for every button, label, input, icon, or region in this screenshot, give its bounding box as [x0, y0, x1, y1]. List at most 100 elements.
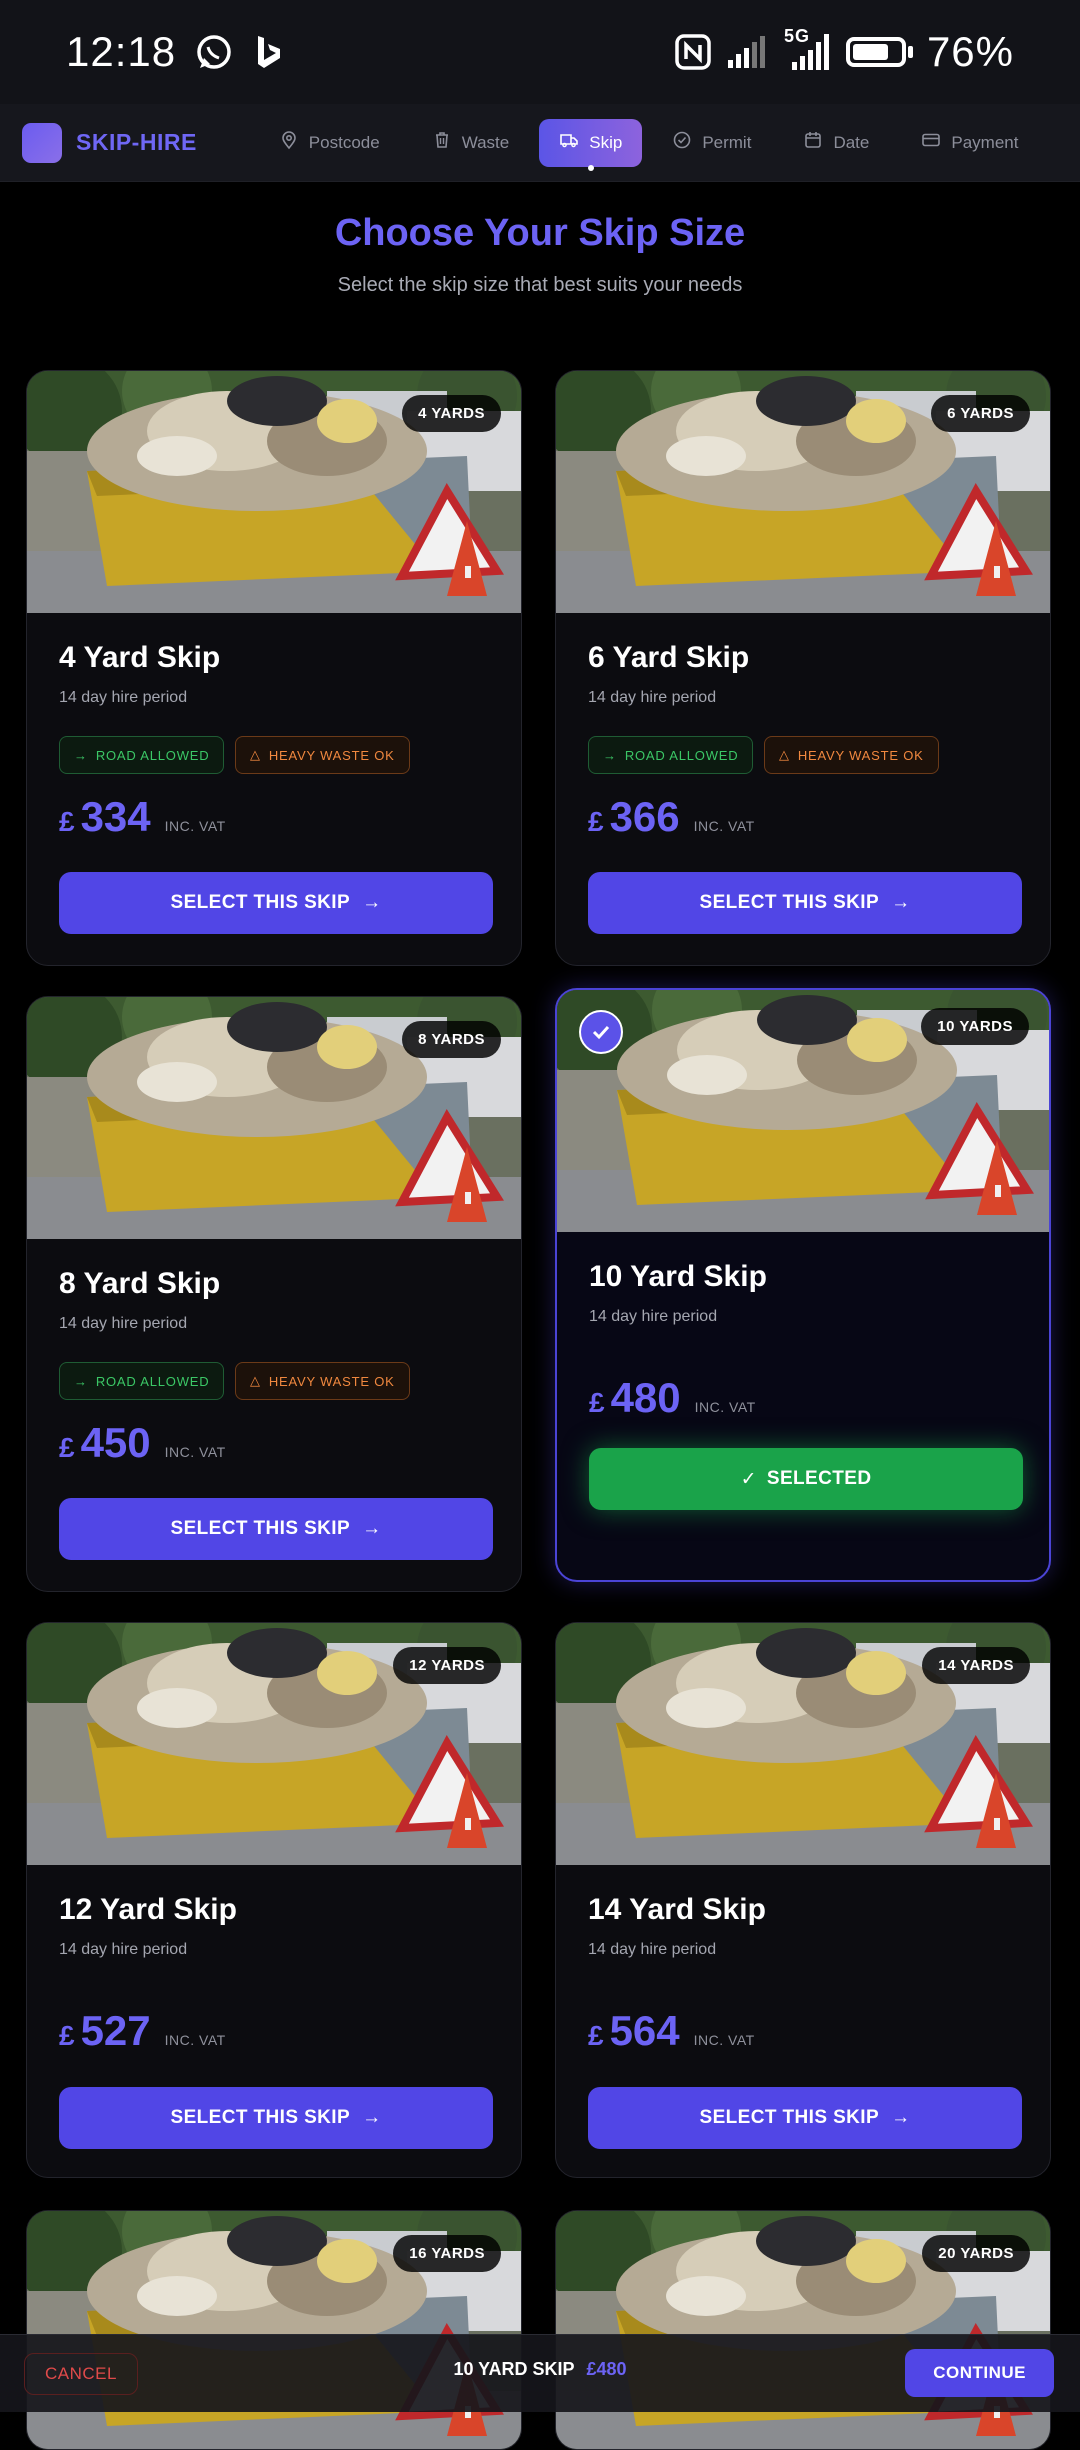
select-skip-button[interactable]: SELECT THIS SKIP → [59, 2087, 493, 2149]
warning-icon: △ [779, 747, 790, 762]
selected-button[interactable]: ✓ SELECTED [589, 1448, 1023, 1510]
tag-label: HEAVY WASTE OK [797, 747, 924, 763]
clock: 12:18 [66, 28, 177, 75]
cancel-button[interactable]: CANCEL [24, 2353, 138, 2395]
price: £ 334 INC. VAT [59, 793, 226, 841]
check-icon: ✓ [740, 1468, 757, 1490]
size-badge: 4 YARDS [402, 395, 501, 432]
step-label: Postcode [308, 132, 380, 152]
select-skip-button[interactable]: SELECT THIS SKIP → [588, 872, 1022, 934]
card-title: 12 Yard Skip [59, 1893, 237, 1926]
arrow-right-icon: → [362, 2107, 382, 2128]
size-badge: 6 YARDS [931, 395, 1030, 432]
currency-symbol: £ [589, 1387, 605, 1418]
card-title: 8 Yard Skip [59, 1267, 221, 1300]
signal-icon [726, 34, 770, 70]
skip-card-10-yard[interactable]: 10 YARDS 10 Yard Skip 14 day hire period… [555, 988, 1051, 1582]
skip-card-14-yard[interactable]: 14 YARDS 14 Yard Skip 14 day hire period… [555, 1622, 1051, 2178]
step-permit[interactable]: Permit [650, 119, 773, 167]
card-title: 10 Yard Skip [589, 1260, 767, 1293]
step-label: Date [833, 132, 870, 152]
button-label: SELECTED [766, 1468, 872, 1489]
card-title: 4 Yard Skip [59, 641, 221, 674]
vat-label: INC. VAT [164, 2032, 226, 2048]
currency-symbol: £ [588, 806, 604, 837]
step-label: Payment [951, 132, 1019, 152]
size-badge: 14 YARDS [922, 1647, 1030, 1684]
arrow-right-icon: → [362, 1518, 382, 1539]
nfc-icon [674, 33, 712, 71]
page-subtitle: Select the skip size that best suits you… [337, 274, 743, 296]
select-skip-button[interactable]: SELECT THIS SKIP → [588, 2087, 1022, 2149]
price-value: 450 [80, 1419, 151, 1466]
price-value: 334 [80, 793, 151, 840]
size-badge: 12 YARDS [393, 1647, 501, 1684]
heavy-waste-tag: △ HEAVY WASTE OK [235, 1362, 410, 1400]
price: £ 450 INC. VAT [59, 1419, 226, 1467]
hire-period: 14 day hire period [588, 689, 717, 706]
tag-label: HEAVY WASTE OK [268, 747, 395, 763]
vat-label: INC. VAT [164, 1444, 226, 1460]
truck-icon [559, 130, 579, 155]
logo-icon [22, 122, 62, 163]
size-badge: 20 YARDS [922, 2235, 1030, 2272]
hire-period: 14 day hire period [59, 1941, 188, 1958]
skip-card-8-yard[interactable]: 8 YARDS 8 Yard Skip 14 day hire period →… [26, 996, 522, 1592]
tag-label: ROAD ALLOWED [95, 1373, 210, 1389]
arrow-right-icon: → [603, 747, 617, 763]
skip-photo: 10 YARDS [557, 990, 1049, 1232]
vat-label: INC. VAT [693, 2032, 755, 2048]
warning-icon: △ [250, 747, 261, 762]
skip-photo: 16 YARDS [27, 2211, 521, 2450]
battery-percent: 76% [926, 28, 1014, 75]
skip-photo: 8 YARDS [27, 997, 521, 1239]
price: £ 366 INC. VAT [588, 793, 755, 841]
step-skip[interactable]: Skip [539, 118, 643, 171]
step-payment[interactable]: Payment [899, 119, 1040, 167]
skip-card-16-yard[interactable]: 16 YARDS [26, 2210, 522, 2450]
currency-symbol: £ [59, 806, 75, 837]
hire-period: 14 day hire period [59, 1315, 188, 1332]
tag-label: ROAD ALLOWED [95, 747, 210, 763]
price: £ 564 INC. VAT [588, 2007, 755, 2055]
arrow-right-icon: → [891, 2107, 911, 2128]
price: £ 480 INC. VAT [589, 1374, 756, 1422]
top-nav: SKIP-HIRE Postcode Waste Skip Permit Dat… [0, 104, 1080, 182]
currency-symbol: £ [588, 2020, 604, 2051]
check-circle-icon [672, 130, 692, 155]
status-bar: 12:18 5G 76% [0, 0, 1080, 104]
road-allowed-tag: → ROAD ALLOWED [59, 1362, 225, 1400]
step-date[interactable]: Date [781, 119, 891, 167]
warning-icon: △ [250, 1373, 261, 1388]
signal-5g-icon: 5G [784, 26, 832, 72]
skip-photo: 14 YARDS [556, 1623, 1050, 1865]
hire-period: 14 day hire period [589, 1308, 718, 1325]
summary-label: 10 YARD SKIP [453, 2359, 575, 2379]
skip-card-6-yard[interactable]: 6 YARDS 6 Yard Skip 14 day hire period →… [555, 370, 1051, 966]
vat-label: INC. VAT [694, 1399, 756, 1415]
skip-card-12-yard[interactable]: 12 YARDS 12 Yard Skip 14 day hire period… [26, 1622, 522, 2178]
continue-button[interactable]: CONTINUE [905, 2349, 1054, 2397]
skip-photo: 20 YARDS [556, 2211, 1050, 2450]
size-badge: 8 YARDS [402, 1021, 501, 1058]
price-value: 564 [609, 2007, 680, 2054]
button-label: SELECT THIS SKIP [170, 2107, 351, 2128]
step-postcode[interactable]: Postcode [257, 119, 402, 167]
card-title: 14 Yard Skip [588, 1893, 766, 1926]
step-waste[interactable]: Waste [410, 119, 532, 167]
skip-card-20-yard[interactable]: 20 YARDS [555, 2210, 1051, 2450]
skip-photo: 4 YARDS [27, 371, 521, 613]
button-label: SELECT THIS SKIP [699, 892, 880, 913]
tag-label: HEAVY WASTE OK [268, 1373, 395, 1389]
hire-period: 14 day hire period [588, 1941, 717, 1958]
select-skip-button[interactable]: SELECT THIS SKIP → [59, 872, 493, 934]
skip-card-4-yard[interactable]: 4 YARDS 4 Yard Skip 14 day hire period →… [26, 370, 522, 966]
bing-icon [252, 32, 286, 72]
arrow-right-icon: → [891, 892, 911, 913]
summary-price: £480 [586, 2359, 627, 2379]
map-pin-icon [279, 130, 299, 155]
bottom-bar: CANCEL 10 YARD SKIP £480 CONTINUE [0, 2334, 1080, 2412]
step-label: Permit [702, 132, 752, 152]
select-skip-button[interactable]: SELECT THIS SKIP → [59, 1498, 493, 1560]
size-badge: 16 YARDS [393, 2235, 501, 2272]
